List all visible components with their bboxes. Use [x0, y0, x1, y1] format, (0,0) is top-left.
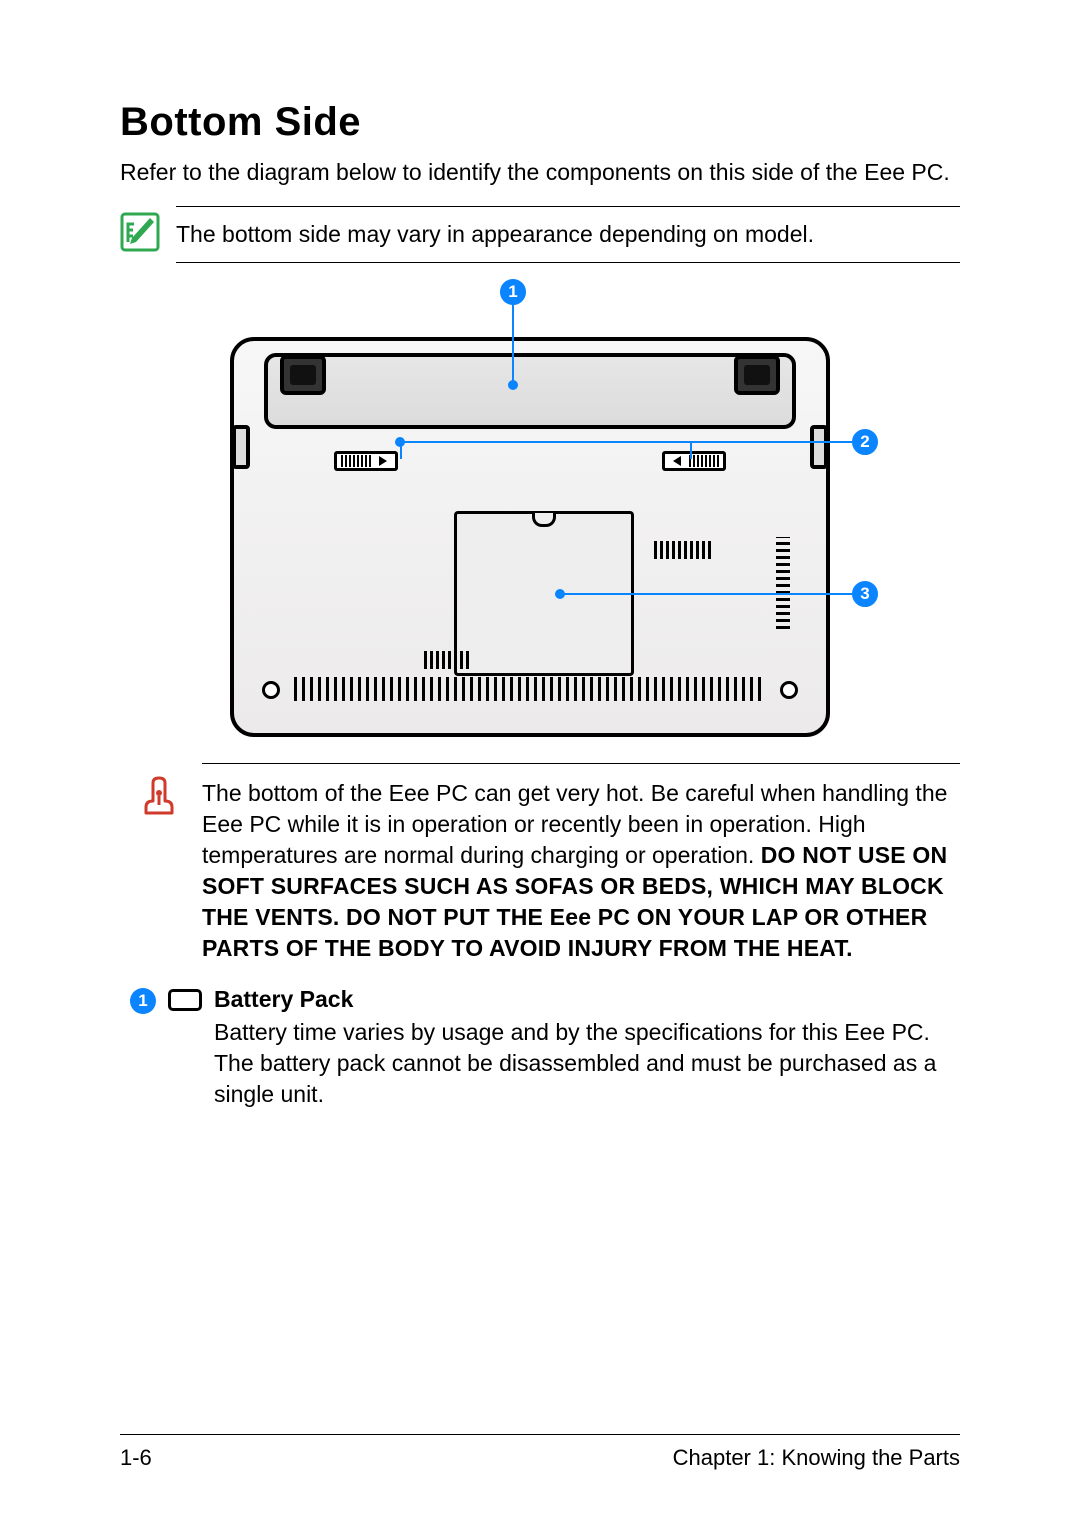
item-title: Battery Pack: [214, 986, 960, 1013]
battery-icon: [168, 989, 202, 1011]
item-text: Battery time varies by usage and by the …: [214, 1017, 960, 1110]
chapter-label: Chapter 1: Knowing the Parts: [673, 1445, 960, 1471]
page-footer: 1-6 Chapter 1: Knowing the Parts: [120, 1434, 960, 1471]
intro-paragraph: Refer to the diagram below to identify t…: [120, 157, 960, 188]
page-title: Bottom Side: [120, 100, 960, 145]
pen-note-icon: [120, 212, 160, 252]
note-block: The bottom side may vary in appearance d…: [120, 206, 960, 263]
bottom-diagram: 1 2 3: [120, 281, 960, 741]
hot-surface-icon: [136, 773, 182, 819]
note-text: The bottom side may vary in appearance d…: [176, 206, 960, 263]
page-number: 1-6: [120, 1445, 152, 1471]
callout-badge-2: 2: [852, 429, 878, 455]
item-badge-1: 1: [130, 988, 156, 1014]
warning-block: The bottom of the Eee PC can get very ho…: [120, 763, 960, 964]
callout-badge-3: 3: [852, 581, 878, 607]
callout-badge-1: 1: [500, 279, 526, 305]
item-battery-pack: 1 Battery Pack Battery time varies by us…: [120, 986, 960, 1110]
